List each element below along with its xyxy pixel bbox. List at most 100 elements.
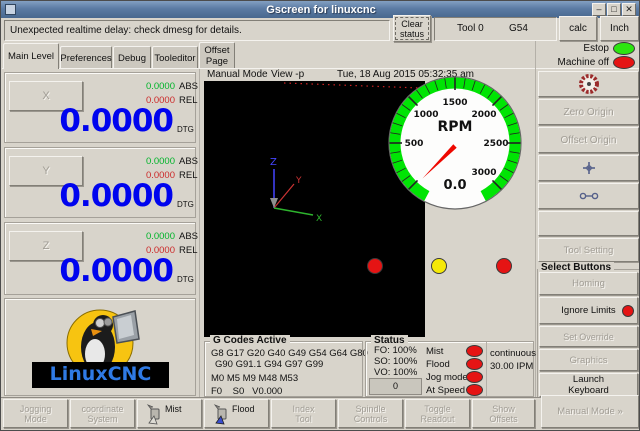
right-panel-divider [535, 41, 536, 398]
tab-debug[interactable]: Debug [113, 46, 151, 69]
view-label: View -p [271, 69, 304, 80]
spindle-override-label: SO: 100% [374, 356, 417, 367]
panel-led-middle [431, 258, 447, 274]
launch-keyboard-button[interactable]: Launch Keyboard [539, 373, 638, 397]
clear-status-button[interactable]: Clear status [393, 15, 431, 42]
z-axis-letter: Z [270, 157, 277, 168]
tab-offset-page[interactable]: Offset Page [199, 42, 235, 69]
status-divider [486, 342, 487, 396]
abs-label: ABS [179, 156, 198, 167]
machine-off-led[interactable] [613, 56, 635, 69]
svg-text:RPM: RPM [438, 119, 473, 135]
rel-label: REL [179, 170, 197, 181]
svg-text:2000: 2000 [471, 110, 496, 120]
jogmode-indicator-label: Jog mode [426, 372, 468, 383]
mist-button[interactable]: Mist [137, 399, 202, 428]
tool-setting-button[interactable]: Tool Setting [538, 238, 639, 262]
z-abs-value: 0.0000 [95, 231, 175, 242]
logo-frame: LinuxCNC [4, 298, 196, 396]
gcodes-line2: G90 G91.1 G94 G97 G99 [215, 359, 323, 370]
maximize-icon[interactable]: □ [607, 3, 621, 16]
x-abs-value: 0.0000 [95, 81, 175, 92]
atspeed-led [466, 384, 483, 396]
ignore-limits-label: Ignore Limits [558, 305, 620, 316]
calc-button[interactable]: calc [559, 16, 597, 41]
set-override-button[interactable]: Set Override [539, 326, 638, 347]
logo-text: LinuxCNC [32, 363, 169, 388]
jog-rate-value: continuous [490, 348, 536, 359]
y-axis-letter: Y [295, 176, 302, 186]
mode-label: Manual Mode [207, 69, 268, 80]
tab-tooleditor[interactable]: Tooleditor [152, 46, 198, 69]
move-cross-icon [582, 161, 596, 175]
offset-origin-button[interactable]: Offset Origin [538, 127, 639, 153]
minimize-icon[interactable]: – [592, 3, 606, 16]
mist-led [466, 345, 483, 357]
svg-text:500: 500 [405, 139, 424, 149]
gcodes-frame-title: G Codes Active [210, 335, 290, 346]
panel-led-left [367, 258, 383, 274]
rpm-gauge-svg: 50010001500200025003000RPM0.0 [385, 73, 525, 213]
axis-frame-x: X 0.0000 ABS 0.0000 REL 0.0000 DTG [4, 72, 196, 143]
panel-led-right [496, 258, 512, 274]
tab-main-level[interactable]: Main Level [3, 43, 59, 69]
titlebar[interactable]: Gscreen for linuxcnc – □ ✕ [1, 1, 640, 18]
panel-divider [199, 69, 200, 397]
caliper-icon [579, 191, 599, 201]
dtg-label: DTG [177, 125, 194, 134]
rel-label: REL [179, 95, 197, 106]
jogging-mode-button[interactable]: Jogging Mode [3, 399, 68, 428]
coordinate-system-button[interactable]: coordinate System [70, 399, 135, 428]
manual-mode-button[interactable]: Manual Mode » [541, 395, 639, 428]
estop-led[interactable] [613, 42, 635, 55]
homing-button[interactable]: Homing [539, 272, 638, 295]
axis-frame-z: Z 0.0000 ABS 0.0000 REL 0.0000 DTG [4, 222, 196, 295]
atspeed-indicator-label: At Speed [426, 385, 465, 396]
abs-label: ABS [179, 231, 198, 242]
flood-indicator-label: Flood [426, 359, 450, 370]
x-dtg-value: 0.0000 [15, 103, 173, 139]
feed-override-label: FO: 100% [374, 345, 417, 356]
graphics-button[interactable]: Graphics [539, 349, 638, 371]
estop-reset-button[interactable] [538, 71, 639, 97]
show-offsets-label: Show Offsets [482, 404, 526, 424]
spindle-controls-button[interactable]: Spindle Controls [338, 399, 403, 428]
zero-origin-button[interactable]: Zero Origin [538, 99, 639, 125]
dtg-label: DTG [177, 200, 194, 209]
x-axis-letter: X [316, 214, 322, 224]
tool-number-label: Tool 0 [457, 23, 484, 34]
measure-tool-button[interactable] [538, 183, 639, 209]
svg-text:1500: 1500 [442, 98, 467, 108]
rel-label: REL [179, 245, 197, 256]
jogging-mode-label: Jogging Mode [10, 404, 62, 424]
dtg-label: DTG [177, 275, 194, 284]
tab-preferences[interactable]: Preferences [60, 46, 112, 69]
status-frame: Status FO: 100% SO: 100% VO: 100% 0 Mist… [365, 341, 534, 397]
flood-button[interactable]: Flood [204, 399, 269, 428]
units-button[interactable]: Inch [600, 16, 639, 41]
mist-button-label: Mist [165, 404, 182, 414]
close-icon[interactable]: ✕ [622, 3, 636, 16]
svg-text:2500: 2500 [483, 139, 508, 149]
index-tool-button[interactable]: Index Tool [271, 399, 336, 428]
move-to-origin-button[interactable] [538, 155, 639, 181]
y-dtg-value: 0.0000 [15, 178, 173, 214]
blank-button[interactable] [538, 211, 639, 236]
svg-text:1000: 1000 [413, 110, 438, 120]
show-offsets-button[interactable]: Show Offsets [472, 399, 535, 428]
y-abs-value: 0.0000 [95, 156, 175, 167]
index-tool-label: Index Tool [284, 404, 324, 424]
toggle-readout-button[interactable]: Toggle Readout [405, 399, 470, 428]
abs-label: ABS [179, 81, 198, 92]
feed-rate-value: 30.00 IPM [490, 361, 533, 372]
alert-message-text: Unexpected realtime delay: check dmesg f… [10, 25, 242, 36]
override-spinbox[interactable]: 0 [369, 378, 422, 395]
ignore-limits-button[interactable]: Ignore Limits [539, 297, 638, 324]
mist-can-icon [146, 403, 162, 425]
fsv-line: F0 S0 V0.000 [211, 386, 282, 397]
mcodes-line: M0 M5 M9 M48 M53 [211, 373, 298, 384]
gcodes-line1: G8 G17 G20 G40 G49 G54 G64 G80 [211, 348, 368, 359]
z-dtg-value: 0.0000 [15, 253, 173, 289]
alert-message-bar: Unexpected realtime delay: check dmesg f… [4, 20, 390, 41]
machine-off-label: Machine off [537, 57, 609, 68]
